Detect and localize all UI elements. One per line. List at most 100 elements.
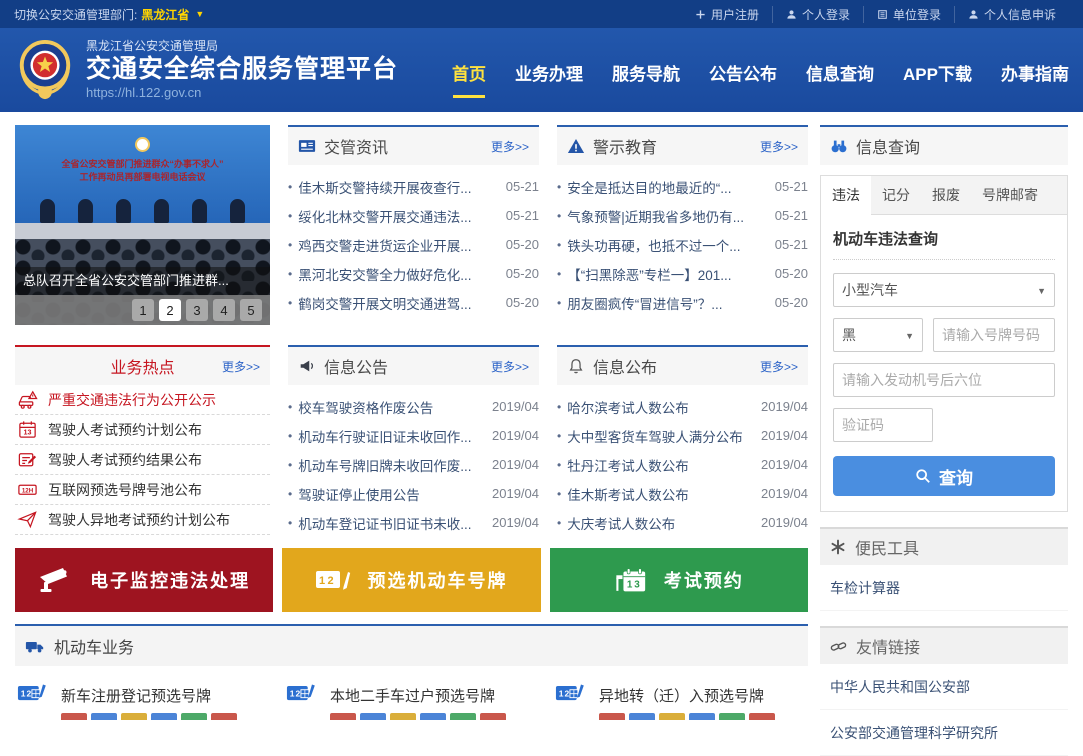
list-item: 驾驶人考试预约结果公布 bbox=[15, 445, 270, 475]
region-name: 黑龙江省 bbox=[141, 6, 189, 23]
main-content: 全省公安交管部门推进群众“办事不求人” 工作再动员再部署电视电话会议 总队召开全… bbox=[15, 125, 808, 756]
svg-text:12H: 12H bbox=[22, 487, 34, 494]
engine-number-input[interactable] bbox=[833, 363, 1055, 397]
plus-icon bbox=[695, 9, 706, 20]
warning-triangle-icon bbox=[567, 137, 585, 155]
vehicle-type-select[interactable]: 小型汽车 bbox=[833, 273, 1055, 307]
publish-link[interactable]: 佳木斯考试人数公布 bbox=[567, 484, 753, 504]
nav-handling-guide[interactable]: 办事指南 bbox=[1001, 60, 1069, 85]
tab-scrap[interactable]: 报废 bbox=[921, 176, 971, 214]
news-link[interactable]: 佳木斯交警持续开展夜查行... bbox=[298, 177, 498, 197]
paper-plane-icon bbox=[17, 509, 38, 530]
personal-info-appeal-link[interactable]: 个人信息申诉 bbox=[954, 6, 1069, 23]
site-header: 黑龙江省公安交通管理局 交通安全综合服务管理平台 https://hl.122.… bbox=[0, 28, 1083, 112]
calendar-pencil-icon bbox=[17, 449, 38, 470]
carousel-page-2[interactable]: 2 bbox=[159, 299, 181, 321]
captcha-input[interactable] bbox=[833, 408, 933, 442]
register-link[interactable]: 用户注册 bbox=[682, 6, 772, 23]
news-link[interactable]: 鹤岗交警开展文明交通进驾... bbox=[298, 293, 498, 313]
surveillance-violation-banner[interactable]: 电子监控违法处理 bbox=[15, 548, 273, 612]
violation-car-icon bbox=[17, 389, 38, 410]
carousel-page-5[interactable]: 5 bbox=[240, 299, 262, 321]
vehicle-business-link[interactable]: 本地二手车过户预选号牌 bbox=[330, 682, 506, 706]
warning-link[interactable]: 朋友圈疯传“冒进信号”？... bbox=[567, 293, 767, 313]
police-badge-logo bbox=[14, 38, 76, 102]
notice-link[interactable]: 驾驶证停止使用公告 bbox=[298, 484, 484, 504]
bell-icon bbox=[567, 357, 585, 375]
info-notice-panel: 信息公告 更多>> •校车驾驶资格作废公告2019/04 •机动车行驶证旧证未收… bbox=[288, 345, 539, 537]
vehicle-business-item: 12 本地二手车过户预选号牌 bbox=[286, 682, 537, 720]
warning-link[interactable]: 铁头功再硬，也抵不过一个... bbox=[567, 235, 767, 255]
notice-more-link[interactable]: 更多>> bbox=[491, 358, 529, 375]
nav-business[interactable]: 业务办理 bbox=[515, 60, 583, 85]
tab-points[interactable]: 记分 bbox=[871, 176, 921, 214]
vehicle-business-link[interactable]: 异地转（迁）入预选号牌 bbox=[599, 682, 775, 706]
list-item: •气象预警|近期我省多地仍有...05-21 bbox=[557, 201, 808, 230]
unit-login-link[interactable]: 单位登录 bbox=[863, 6, 954, 23]
list-item: 驾驶人异地考试预约计划公布 bbox=[15, 505, 270, 535]
carousel-page-3[interactable]: 3 bbox=[186, 299, 208, 321]
query-submit-button[interactable]: 查询 bbox=[833, 456, 1055, 496]
plate-picker-icon: 12 bbox=[286, 682, 320, 705]
carousel-pager: 1 2 3 4 5 bbox=[15, 295, 270, 325]
tab-plate-mail[interactable]: 号牌邮寄 bbox=[971, 176, 1049, 214]
news-link[interactable]: 鸡西交警走进货运企业开展... bbox=[298, 235, 498, 255]
list-item: •机动车登记证书旧证书未收...2019/04 bbox=[288, 508, 539, 537]
nav-announcements[interactable]: 公告公布 bbox=[709, 60, 777, 85]
list-item: •绥化北林交警开展交通违法...05-21 bbox=[288, 201, 539, 230]
news-link[interactable]: 绥化北林交警开展交通违法... bbox=[298, 206, 498, 226]
carousel-caption[interactable]: 总队召开全省公安交管部门推进群... bbox=[15, 267, 270, 295]
list-item: •牡丹江考试人数公布2019/04 bbox=[557, 450, 808, 479]
nav-service-guide[interactable]: 服务导航 bbox=[612, 60, 680, 85]
plate-picker-icon: 12 bbox=[17, 682, 51, 705]
notice-link[interactable]: 机动车行驶证旧证未收回作... bbox=[298, 426, 484, 446]
vehicle-inspection-calculator-link[interactable]: 车检计算器 bbox=[820, 565, 1068, 611]
publish-link[interactable]: 大庆考试人数公布 bbox=[567, 513, 753, 533]
notice-link[interactable]: 机动车登记证书旧证书未收... bbox=[298, 513, 484, 533]
panel-title: 信息查询 bbox=[856, 134, 920, 158]
license-plate-icon: 12H bbox=[17, 479, 38, 500]
carousel-photo-people bbox=[15, 193, 270, 223]
friendly-links-section: 友情链接 中华人民共和国公安部 公安部交通管理科学研究所 bbox=[820, 626, 1068, 756]
traffic-research-institute-link[interactable]: 公安部交通管理科学研究所 bbox=[820, 710, 1068, 756]
preselect-plate-banner[interactable]: 12 预选机动车号牌 bbox=[282, 548, 540, 612]
switch-label: 切换公安交通管理部门: bbox=[14, 6, 137, 23]
hot-more-link[interactable]: 更多>> bbox=[222, 358, 260, 375]
vehicle-business-link[interactable]: 新车注册登记预选号牌 bbox=[61, 682, 237, 706]
carousel-page-4[interactable]: 4 bbox=[213, 299, 235, 321]
svg-text:1: 1 bbox=[559, 689, 564, 699]
plate-number-input[interactable] bbox=[933, 318, 1055, 352]
list-item: •佳木斯交警持续开展夜查行...05-21 bbox=[288, 172, 539, 201]
notice-link[interactable]: 机动车号牌旧牌未收回作废... bbox=[298, 455, 484, 475]
tab-violation[interactable]: 违法 bbox=[821, 176, 871, 215]
caret-down-icon: ▼ bbox=[195, 9, 204, 19]
list-item: •机动车号牌旧牌未收回作废...2019/04 bbox=[288, 450, 539, 479]
mps-link[interactable]: 中华人民共和国公安部 bbox=[820, 664, 1068, 710]
notice-link[interactable]: 校车驾驶资格作废公告 bbox=[298, 397, 484, 417]
warning-link[interactable]: 安全是抵达目的地最近的“... bbox=[567, 177, 767, 197]
nav-home[interactable]: 首页 bbox=[452, 60, 486, 85]
warning-link[interactable]: 气象预警|近期我省多地仍有... bbox=[567, 206, 767, 226]
newspaper-icon bbox=[298, 137, 316, 155]
news-link[interactable]: 黑河北安交警全力做好危化... bbox=[298, 264, 498, 284]
publish-link[interactable]: 牡丹江考试人数公布 bbox=[567, 455, 753, 475]
publish-more-link[interactable]: 更多>> bbox=[760, 358, 798, 375]
nav-app-download[interactable]: APP下载 bbox=[903, 60, 972, 85]
department-switcher[interactable]: 切换公安交通管理部门: 黑龙江省 ▼ bbox=[14, 6, 204, 23]
warning-link[interactable]: 【“扫黑除恶”专栏一】201... bbox=[567, 264, 767, 284]
svg-text:2: 2 bbox=[295, 689, 300, 699]
panel-title: 警示教育 bbox=[593, 134, 657, 158]
personal-login-link[interactable]: 个人登录 bbox=[772, 6, 863, 23]
plate-prefix-select[interactable]: 黑 bbox=[833, 318, 923, 352]
news-carousel[interactable]: 全省公安交管部门推进群众“办事不求人” 工作再动员再部署电视电话会议 总队召开全… bbox=[15, 125, 270, 325]
calendar-icon: 13 bbox=[17, 419, 38, 440]
exam-appointment-banner[interactable]: 13 考试预约 bbox=[550, 548, 808, 612]
nav-info-query[interactable]: 信息查询 bbox=[806, 60, 874, 85]
news-more-link[interactable]: 更多>> bbox=[491, 138, 529, 155]
publish-link[interactable]: 大中型客货车驾驶人满分公布 bbox=[567, 426, 753, 446]
warning-education-panel: 警示教育 更多>> •安全是抵达目的地最近的“...05-21 •气象预警|近期… bbox=[557, 125, 808, 325]
carousel-page-1[interactable]: 1 bbox=[132, 299, 154, 321]
publish-link[interactable]: 哈尔滨考试人数公布 bbox=[567, 397, 753, 417]
warning-more-link[interactable]: 更多>> bbox=[760, 138, 798, 155]
plate-type-mini-icons bbox=[599, 713, 775, 720]
